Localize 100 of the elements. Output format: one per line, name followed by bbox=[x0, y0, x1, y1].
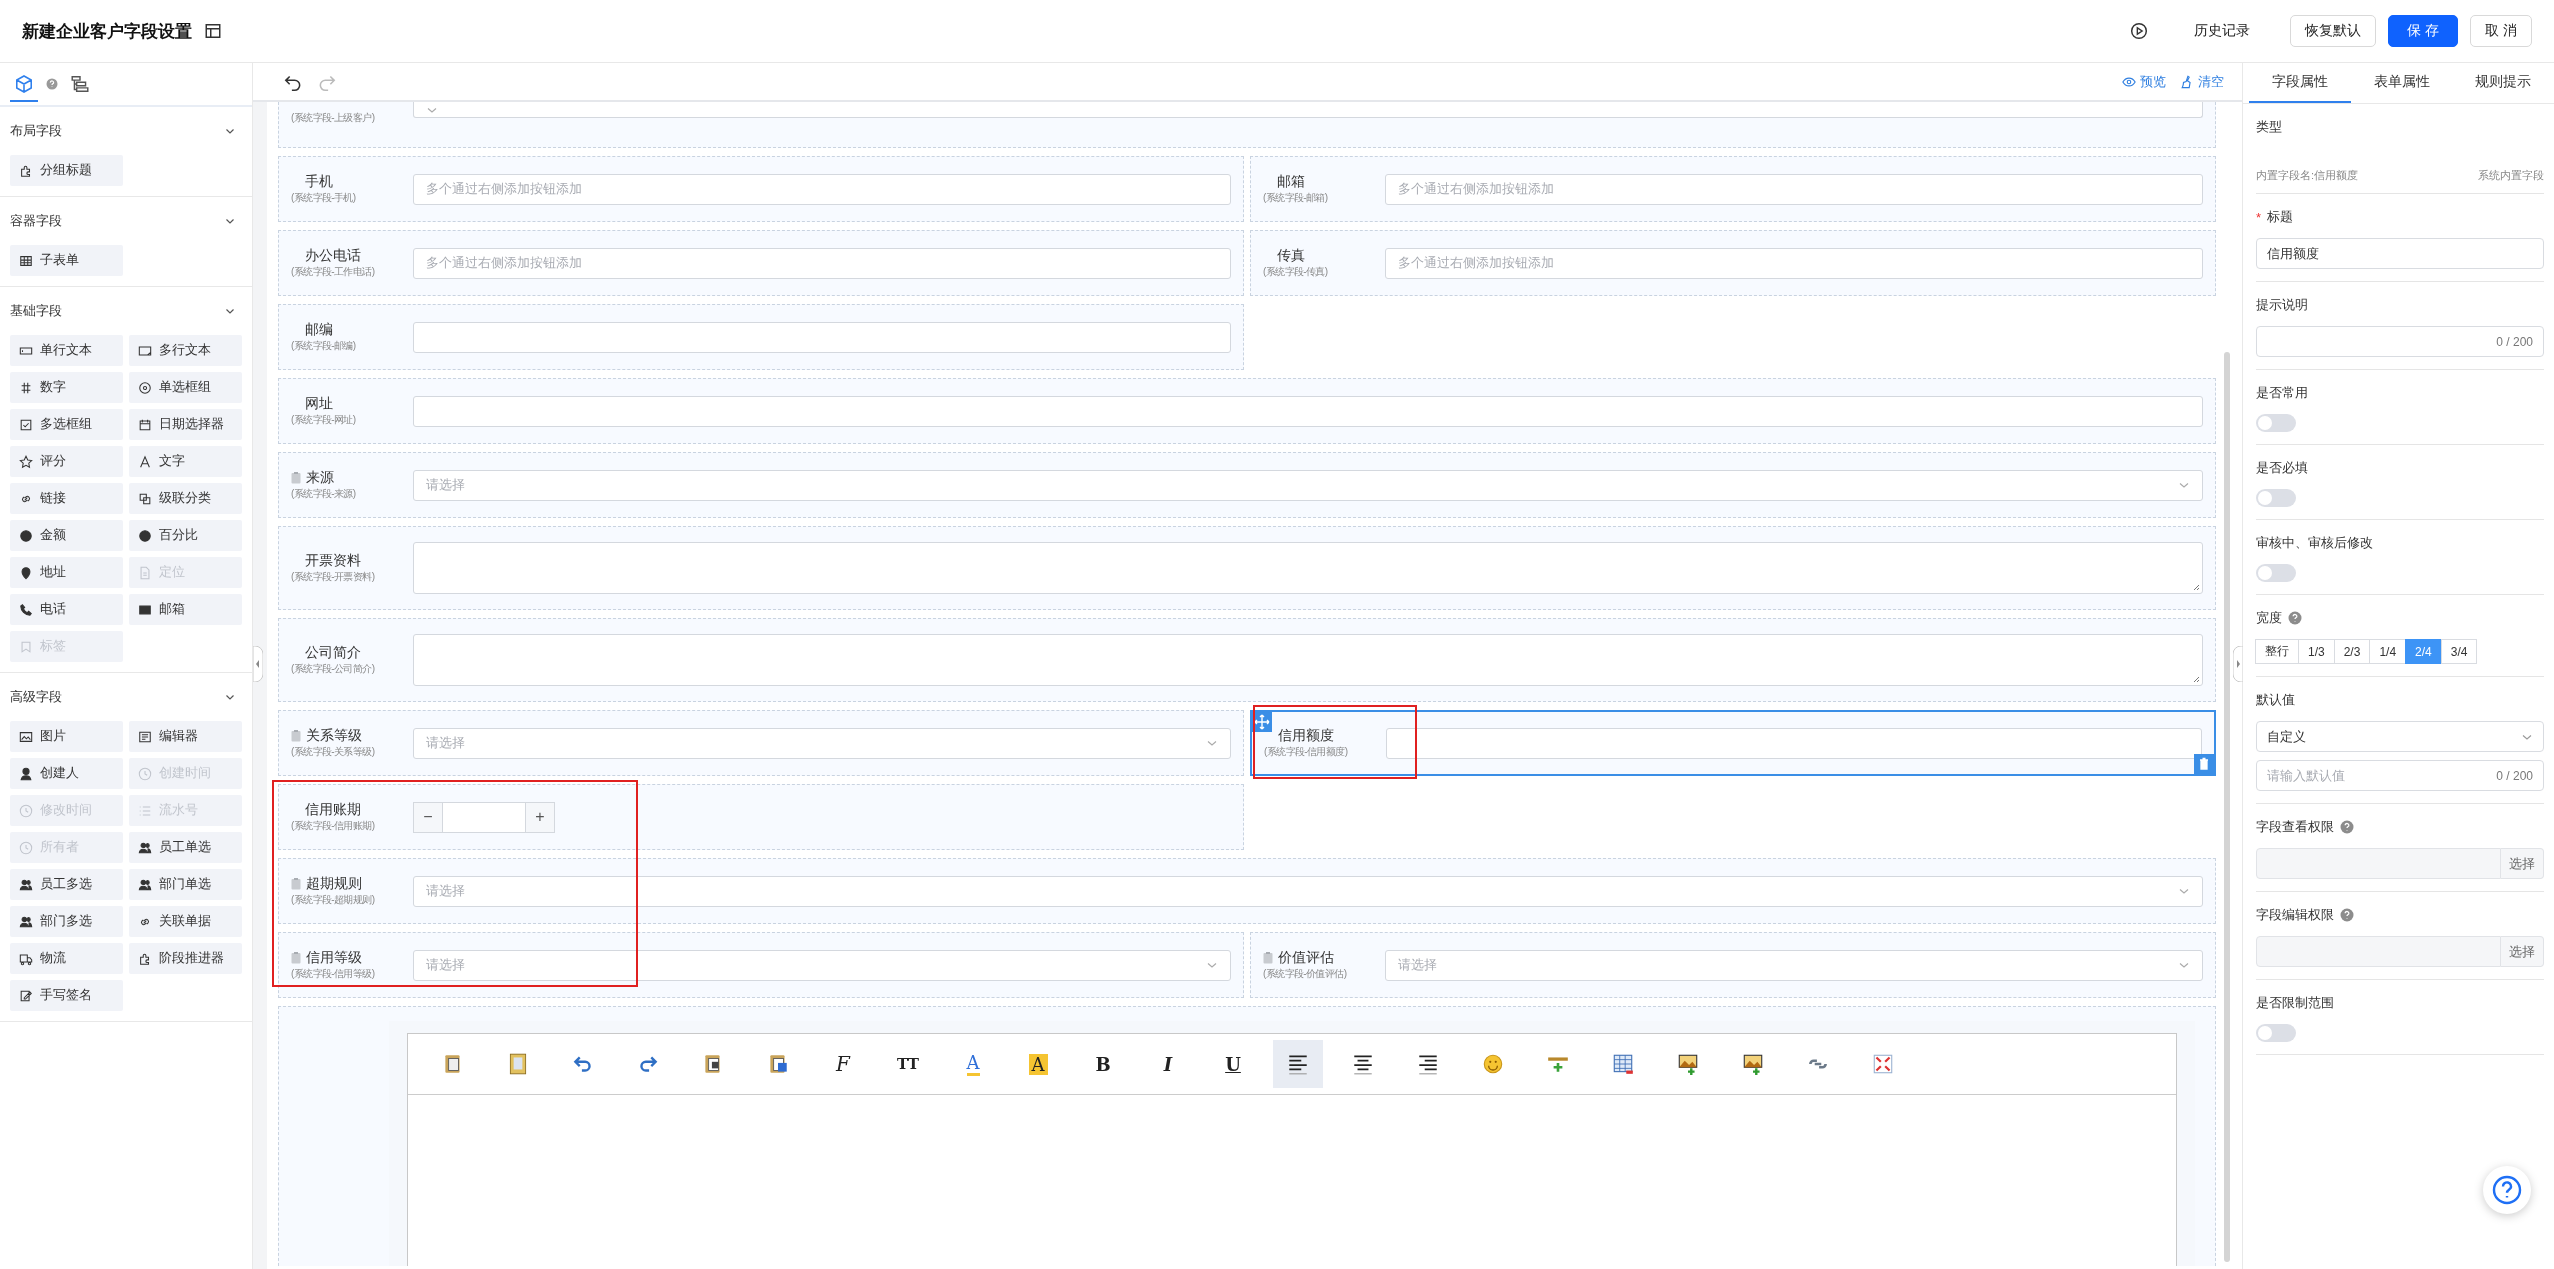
editor-tool-button[interactable]: TT bbox=[883, 1040, 933, 1088]
default-type-select[interactable]: 自定义 bbox=[2256, 721, 2544, 752]
field-card[interactable]: 价值评估 (系统字段-价值评估) 请选择 bbox=[1250, 932, 2216, 998]
field-item[interactable]: 创建人 bbox=[10, 758, 123, 789]
panel-tab[interactable]: 规则提示 bbox=[2452, 63, 2554, 103]
field-item[interactable]: 子表单 bbox=[10, 245, 123, 276]
header-button[interactable]: 取 消 bbox=[2470, 15, 2532, 47]
field-item[interactable]: 地址 bbox=[10, 557, 123, 588]
rich-text-editor[interactable]: F TT A A B I U bbox=[407, 1033, 2177, 1266]
editor-tool-button[interactable]: A bbox=[948, 1040, 998, 1088]
field-card[interactable]: 公司简介 (系统字段-公司简介) bbox=[278, 618, 2216, 702]
title-input[interactable]: 信用额度 bbox=[2256, 238, 2544, 269]
field-item[interactable]: 阶段推进器 bbox=[129, 943, 242, 974]
field-label: 办公电话 bbox=[305, 247, 361, 265]
width-option[interactable]: 整行 bbox=[2255, 639, 2299, 664]
field-card[interactable]: 关系等级 (系统字段-关系等级) 请选择 bbox=[278, 710, 1244, 776]
default-value-input[interactable]: 请输入默认值 0 / 200 bbox=[2256, 760, 2544, 791]
field-sublabel: (系统字段-关系等级) bbox=[291, 745, 375, 759]
field-item[interactable]: 分组标题 bbox=[10, 155, 123, 186]
field-card[interactable]: 超期规则 (系统字段-超期规则) 请选择 bbox=[278, 858, 2216, 924]
property-label: 默认值 bbox=[2256, 691, 2295, 709]
field-card[interactable]: 信用额度 (系统字段-信用额度) bbox=[1250, 710, 2216, 776]
width-option[interactable]: 1/3 bbox=[2298, 639, 2335, 664]
field-card[interactable]: 邮编 (系统字段-邮编) bbox=[278, 304, 1244, 370]
field-label: 开票资料 bbox=[305, 552, 361, 570]
field-card[interactable]: 信用等级 (系统字段-信用等级) 请选择 bbox=[278, 932, 1244, 998]
field-item[interactable]: 关联单据 bbox=[129, 906, 242, 937]
field-item[interactable]: 金额 bbox=[10, 520, 123, 551]
select-button[interactable]: 选择 bbox=[2501, 848, 2544, 879]
increment-button[interactable]: + bbox=[525, 801, 555, 833]
field-item[interactable]: 日期选择器 bbox=[129, 409, 242, 440]
field-item[interactable]: 百分比 bbox=[129, 520, 242, 551]
field-card[interactable]: 传真 (系统字段-传真) 多个通过右侧添加按钮添加 bbox=[1250, 230, 2216, 296]
field-sublabel: (系统字段-信用等级) bbox=[291, 967, 375, 981]
field-item[interactable]: 员工多选 bbox=[10, 869, 123, 900]
field-sublabel: (系统字段-开票资料) bbox=[291, 570, 375, 584]
field-item[interactable]: 物流 bbox=[10, 943, 123, 974]
field-item[interactable]: 单选框组 bbox=[129, 372, 242, 403]
decrement-button[interactable]: − bbox=[413, 801, 443, 833]
field-item[interactable]: 手写签名 bbox=[10, 980, 123, 1011]
field-item[interactable]: 数字 bbox=[10, 372, 123, 403]
save-button[interactable]: 保 存 bbox=[2388, 15, 2459, 47]
field-item[interactable]: 链接 bbox=[10, 483, 123, 514]
field-item[interactable]: 级联分类 bbox=[129, 483, 242, 514]
field-sublabel: (系统字段-邮编) bbox=[291, 339, 356, 353]
panel-tab[interactable]: 字段属性 bbox=[2249, 63, 2351, 103]
editor-tool-button[interactable]: U bbox=[1208, 1040, 1258, 1088]
field-item[interactable]: 单行文本 bbox=[10, 335, 123, 366]
field-card[interactable]: 邮箱 (系统字段-邮箱) 多个通过右侧添加按钮添加 bbox=[1250, 156, 2216, 222]
field-item[interactable]: 文字 bbox=[129, 446, 242, 477]
property-label: 审核中、审核后修改 bbox=[2256, 534, 2373, 552]
field-item[interactable]: 评分 bbox=[10, 446, 123, 477]
field-sublabel: (系统字段-信用账期) bbox=[291, 819, 375, 833]
page-title: 新建企业客户字段设置 bbox=[22, 20, 192, 43]
field-item[interactable]: 部门单选 bbox=[129, 869, 242, 900]
required-mark: * bbox=[2256, 209, 2262, 225]
width-option[interactable]: 3/4 bbox=[2440, 639, 2478, 664]
editor-tool-button[interactable]: I bbox=[1143, 1040, 1193, 1088]
field-item[interactable]: 图片 bbox=[10, 721, 123, 752]
field-item[interactable]: 邮箱 bbox=[129, 594, 242, 625]
header-button[interactable]: 恢复默认 bbox=[2290, 15, 2377, 47]
panel-tab[interactable]: 表单属性 bbox=[2350, 63, 2453, 103]
select-button[interactable]: 选择 bbox=[2501, 936, 2544, 967]
field-sublabel: (系统字段-工作电话) bbox=[291, 265, 375, 279]
field-card[interactable]: 网址 (系统字段-网址) bbox=[278, 378, 2216, 444]
field-label: 超期规则 bbox=[306, 875, 362, 893]
field-card[interactable]: 来源 (系统字段-来源) 请选择 bbox=[278, 452, 2216, 518]
property-label: 是否限制范围 bbox=[2256, 994, 2334, 1012]
editor-card[interactable]: F TT A A B I U bbox=[278, 1006, 2216, 1266]
field-item[interactable]: 多选框组 bbox=[10, 409, 123, 440]
field-label: 邮编 bbox=[305, 321, 333, 339]
editor-tool-button[interactable]: F bbox=[818, 1040, 868, 1088]
field-label: 价值评估 bbox=[1278, 949, 1334, 967]
field-item[interactable]: 编辑器 bbox=[129, 721, 242, 752]
editor-tool-button[interactable]: B bbox=[1078, 1040, 1128, 1088]
clear-link[interactable]: 清空 bbox=[2180, 72, 2224, 91]
field-item[interactable]: 部门多选 bbox=[10, 906, 123, 937]
field-card[interactable]: 手机 (系统字段-手机) 多个通过右侧添加按钮添加 bbox=[278, 156, 1244, 222]
field-card[interactable]: (系统字段-上级客户) bbox=[278, 102, 2216, 148]
field-item[interactable]: 多行文本 bbox=[129, 335, 242, 366]
width-option[interactable]: 1/4 bbox=[2369, 639, 2407, 664]
description-input[interactable]: 0 / 200 bbox=[2256, 326, 2544, 357]
field-card[interactable]: 开票资料 (系统字段-开票资料) bbox=[278, 526, 2216, 610]
field-card[interactable]: 办公电话 (系统字段-工作电话) 多个通过右侧添加按钮添加 bbox=[278, 230, 1244, 296]
field-sublabel: (系统字段-超期规则) bbox=[291, 893, 375, 907]
editor-tool-button[interactable]: A bbox=[1013, 1040, 1063, 1088]
section-title: 容器字段 bbox=[10, 212, 62, 230]
field-sublabel: (系统字段-传真) bbox=[1263, 265, 1328, 279]
field-item[interactable]: 员工单选 bbox=[129, 832, 242, 863]
field-label: 关系等级 bbox=[306, 727, 362, 745]
field-card[interactable]: 信用账期 (系统字段-信用账期) − + bbox=[278, 784, 1244, 850]
field-sublabel: (系统字段-网址) bbox=[291, 413, 356, 427]
property-label: 是否常用 bbox=[2256, 384, 2308, 402]
field-label: 信用额度 bbox=[1278, 727, 1334, 745]
property-label: 宽度 bbox=[2256, 609, 2282, 627]
preview-link[interactable]: 预览 bbox=[2122, 72, 2166, 91]
property-label: 字段查看权限 bbox=[2256, 818, 2334, 836]
field-item[interactable]: 电话 bbox=[10, 594, 123, 625]
field-label: 信用等级 bbox=[306, 949, 362, 967]
field-sublabel: (系统字段-价值评估) bbox=[1263, 967, 1347, 981]
